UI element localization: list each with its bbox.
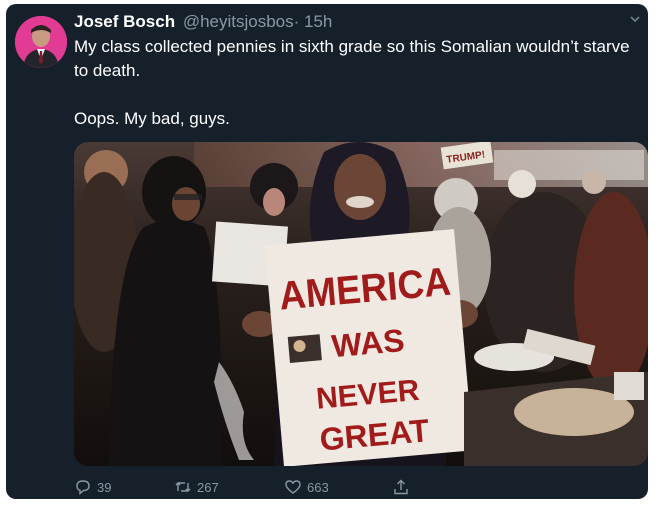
tweet-timestamp[interactable]: · 15h	[294, 12, 333, 31]
tweet-text-paragraph: Oops. My bad, guys.	[74, 109, 230, 128]
reply-button[interactable]: 39	[74, 476, 111, 498]
tweet-text-paragraph: My class collected pennies in sixth grad…	[74, 37, 630, 80]
tweet-header: Josef Bosch @heyitsjosbos· 15h	[74, 11, 620, 33]
tweet-photo[interactable]: TRUMP! AMERICA WAS NEVER GREAT	[74, 142, 648, 466]
retweet-icon	[175, 482, 191, 492]
tweet-card[interactable]: Josef Bosch @heyitsjosbos· 15h My class …	[6, 4, 648, 499]
author-name[interactable]: Josef Bosch	[74, 12, 175, 31]
heart-icon	[285, 480, 301, 494]
protest-photo: TRUMP! AMERICA WAS NEVER GREAT	[74, 142, 648, 466]
chevron-down-icon[interactable]	[628, 12, 642, 26]
share-button[interactable]	[392, 476, 415, 498]
retweet-count: 267	[197, 479, 219, 495]
share-icon	[394, 479, 408, 495]
author-handle[interactable]: @heyitsjosbos	[183, 12, 294, 31]
reply-icon	[76, 480, 90, 496]
avatar-image	[15, 16, 67, 68]
tweet-actions: 39 267 663	[74, 476, 634, 498]
like-button[interactable]: 663	[284, 476, 329, 498]
reply-count: 39	[97, 479, 112, 495]
tweet-text: My class collected pennies in sixth grad…	[74, 35, 634, 131]
retweet-button[interactable]: 267	[174, 476, 219, 498]
sign-line-was: WAS	[330, 322, 406, 364]
author-avatar[interactable]	[15, 16, 67, 68]
like-count: 663	[307, 479, 329, 495]
